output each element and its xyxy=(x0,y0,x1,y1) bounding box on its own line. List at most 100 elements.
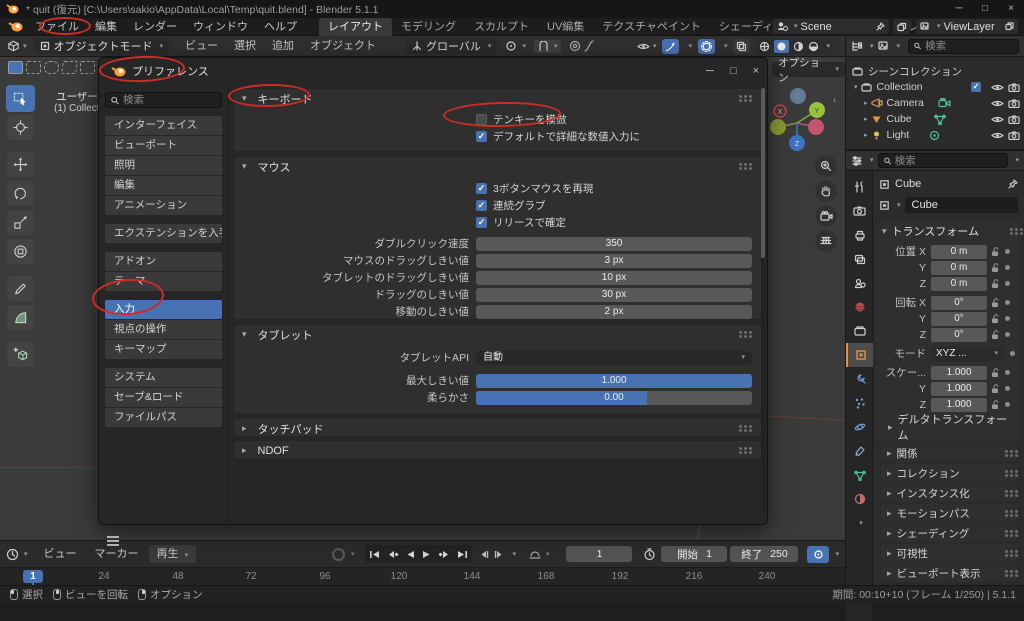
current-frame-field[interactable]: 1 xyxy=(566,546,632,562)
select-mode-circle[interactable] xyxy=(44,61,59,74)
sidebar-item-lights[interactable]: 照明 xyxy=(105,156,222,175)
sidebar-item-save-load[interactable]: セーブ&ロード xyxy=(105,388,222,407)
workspace-tab-uv[interactable]: UV編集 xyxy=(538,18,593,36)
animate-dot-icon[interactable] xyxy=(1010,351,1015,356)
drag-handle-icon[interactable] xyxy=(739,425,742,428)
auto-keying-toggle[interactable] xyxy=(332,548,345,561)
double-click-speed-field[interactable]: 350 xyxy=(476,237,752,251)
properties-search[interactable] xyxy=(878,153,1009,168)
ndof-panel[interactable]: ▸ NDOF xyxy=(233,440,763,459)
outliner-filter-icon[interactable] xyxy=(878,41,890,52)
rotation-mode-dropdown[interactable]: XYZ ... ▾ xyxy=(931,347,1003,361)
outliner-search[interactable] xyxy=(908,39,1019,54)
menu-window[interactable]: ウィンドウ xyxy=(185,18,256,36)
animate-dot-icon[interactable] xyxy=(1005,386,1010,391)
rot-z-field[interactable]: 0° xyxy=(931,328,987,342)
outliner-object-cube[interactable]: ▸ Cube xyxy=(852,111,1020,127)
properties-editor-chevron-icon[interactable]: ▾ xyxy=(870,157,874,164)
preferences-titlebar[interactable]: プリファレンス ─ □ × xyxy=(99,58,767,84)
shading-material-icon[interactable] xyxy=(793,41,804,52)
preferences-search[interactable] xyxy=(105,92,222,108)
softness-slider[interactable]: 0.00 xyxy=(476,391,752,405)
lock-icon[interactable] xyxy=(991,368,1000,378)
workspace-tab-sculpting[interactable]: スカルプト xyxy=(465,18,538,36)
outliner-filter-chevron-icon[interactable]: ▾ xyxy=(897,43,901,50)
animate-dot-icon[interactable] xyxy=(1005,265,1010,270)
tab-modifiers[interactable] xyxy=(846,367,873,391)
panel-instancing[interactable]: ▸インスタンス化 xyxy=(881,484,1016,502)
tool-measure[interactable] xyxy=(6,304,35,331)
hide-eye-icon[interactable] xyxy=(991,131,1004,140)
shading-chevron-icon[interactable]: ▾ xyxy=(826,43,830,50)
lock-icon[interactable] xyxy=(991,314,1000,324)
lock-icon[interactable] xyxy=(991,384,1000,394)
tool-select-box[interactable] xyxy=(6,85,35,112)
pan-hand-button[interactable] xyxy=(815,180,837,202)
tab-output[interactable] xyxy=(846,223,873,247)
animate-dot-icon[interactable] xyxy=(1005,300,1010,305)
select-mode-paint[interactable] xyxy=(80,61,95,74)
pivot-selector[interactable]: ▾ xyxy=(505,40,526,52)
camera-expand-icon[interactable]: ▸ xyxy=(864,100,868,107)
light-expand-icon[interactable]: ▸ xyxy=(864,132,868,139)
viewport-menu-object[interactable]: オブジェクト xyxy=(302,37,384,55)
menu-file[interactable]: ファイル xyxy=(27,18,87,36)
lock-icon[interactable] xyxy=(991,400,1000,410)
tool-move[interactable] xyxy=(6,151,35,178)
minimize-button[interactable]: ─ xyxy=(946,0,972,18)
object-name-chevron-icon[interactable]: ▾ xyxy=(897,202,901,209)
viewlayer-selector[interactable]: ▾ ViewLayer xyxy=(916,19,1018,34)
scale-x-field[interactable]: 1.000 xyxy=(931,366,987,380)
navigation-gizmo[interactable]: X Y Z xyxy=(765,85,835,157)
scale-z-field[interactable]: 1.000 xyxy=(931,398,987,412)
collection-expand-icon[interactable]: ▾ xyxy=(854,84,858,91)
tool-scale[interactable] xyxy=(6,209,35,236)
mode-selector[interactable]: オブジェクトモード ▾ xyxy=(34,38,170,54)
timeline-menu-playback[interactable]: 再生 ▾ xyxy=(149,545,197,563)
lock-icon[interactable] xyxy=(991,247,1000,257)
proportional-editing-toggle[interactable] xyxy=(569,40,594,52)
sidebar-item-editing[interactable]: 編集 xyxy=(105,176,222,195)
sidebar-item-system[interactable]: システム xyxy=(105,368,222,387)
sidebar-item-interface[interactable]: インターフェイス xyxy=(105,116,222,135)
workspace-tab-texture-paint[interactable]: テクスチャペイント xyxy=(593,18,710,36)
continuous-grab-checkbox[interactable]: ✓ xyxy=(476,200,487,211)
next-keyframe-button[interactable] xyxy=(438,550,450,559)
hide-eye-icon[interactable] xyxy=(991,83,1004,92)
preferences-maximize-button[interactable]: □ xyxy=(730,65,737,77)
panel-shading[interactable]: ▸シェーディング xyxy=(881,524,1016,542)
lock-icon[interactable] xyxy=(991,330,1000,340)
drag-threshold-field[interactable]: 30 px xyxy=(476,288,752,302)
mouse-drag-threshold-field[interactable]: 3 px xyxy=(476,254,752,268)
tab-column-more-chevron[interactable]: ▾ xyxy=(846,511,873,535)
menu-render[interactable]: レンダー xyxy=(125,18,185,36)
gizmo-axis-top[interactable] xyxy=(790,88,806,104)
drag-handle-icon[interactable] xyxy=(739,447,742,450)
sidebar-item-get-extensions[interactable]: エクステンションを入手 xyxy=(105,224,222,243)
shading-wireframe-icon[interactable] xyxy=(759,41,770,52)
properties-editor-icon[interactable] xyxy=(851,155,863,167)
tab-object[interactable] xyxy=(846,343,873,367)
preferences-search-input[interactable] xyxy=(123,94,216,106)
viewport-menu-select[interactable]: 選択 xyxy=(226,37,264,55)
timeline-editor-chevron-icon[interactable]: ▾ xyxy=(24,551,28,558)
motion-threshold-field[interactable]: 2 px xyxy=(476,305,752,319)
preferences-menu-hamburger[interactable] xyxy=(107,536,119,546)
advanced-numeric-checkbox[interactable]: ✓ xyxy=(476,131,487,142)
rot-y-field[interactable]: 0° xyxy=(931,312,987,326)
auto-keying-chevron-icon[interactable]: ▾ xyxy=(351,551,355,558)
animate-dot-icon[interactable] xyxy=(1005,370,1010,375)
camera-view-button[interactable] xyxy=(815,205,837,227)
panel-relations[interactable]: ▸関係 xyxy=(881,444,1016,462)
tab-collection[interactable] xyxy=(846,319,873,343)
cube-expand-icon[interactable]: ▸ xyxy=(864,116,868,123)
panel-viewport-display[interactable]: ▸ビューポート表示 xyxy=(881,564,1016,582)
loc-x-field[interactable]: 0 m xyxy=(931,245,987,259)
previous-keyframe-button[interactable] xyxy=(387,550,399,559)
tab-material[interactable] xyxy=(846,487,873,511)
sidebar-item-themes[interactable]: テーマ xyxy=(105,272,222,291)
drag-handle-icon[interactable] xyxy=(1010,228,1013,231)
properties-search-input[interactable] xyxy=(895,155,1003,167)
sidebar-item-addons[interactable]: アドオン xyxy=(105,252,222,271)
sidebar-item-viewport[interactable]: ビューポート xyxy=(105,136,222,155)
